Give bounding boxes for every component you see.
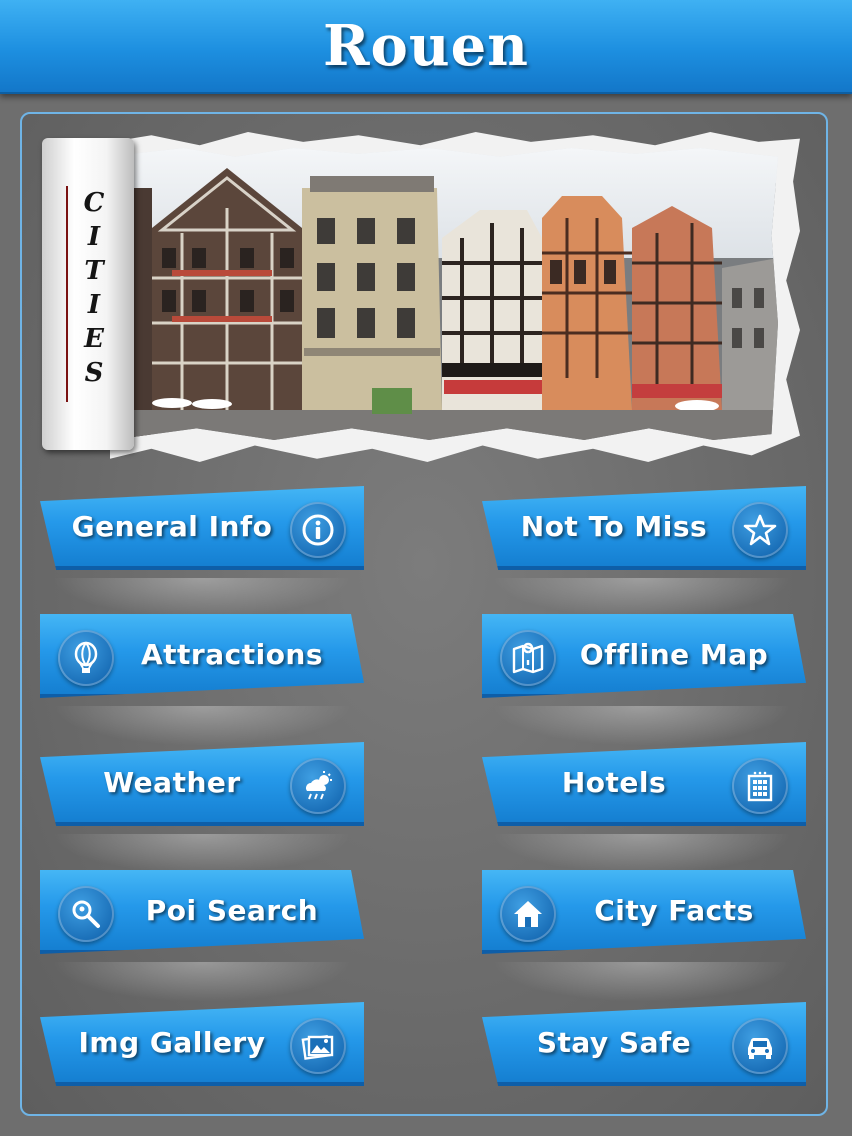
hotels-label: Hotels xyxy=(561,765,667,799)
page-title: Rouen xyxy=(323,13,529,79)
city-facts-label: City Facts xyxy=(594,893,754,927)
city-banner xyxy=(110,132,800,462)
scroll-rule xyxy=(66,186,68,402)
offline-map-label: Offline Map xyxy=(579,637,769,671)
map-pin-icon xyxy=(500,630,556,686)
app-header: Rouen xyxy=(0,0,852,94)
poi-search-label: Poi Search xyxy=(145,893,319,927)
attractions-label: Attractions xyxy=(140,637,324,671)
img-gallery-label: Img Gallery xyxy=(78,1025,266,1059)
general-info-label: General Info xyxy=(71,509,273,543)
weather-label: Weather xyxy=(103,765,241,799)
poi-search-icon xyxy=(58,886,114,942)
weather-icon xyxy=(290,758,346,814)
not-to-miss-label: Not To Miss xyxy=(520,509,708,543)
home-icon xyxy=(500,886,556,942)
info-icon xyxy=(290,502,346,558)
car-icon xyxy=(732,1018,788,1074)
city-photo xyxy=(132,148,778,440)
hotel-building-icon xyxy=(732,758,788,814)
cities-label-text: CITIES xyxy=(79,188,109,392)
star-icon xyxy=(732,502,788,558)
cities-label: CITIES xyxy=(76,188,109,392)
stay-safe-label: Stay Safe xyxy=(536,1025,692,1059)
hot-air-balloon-icon xyxy=(58,630,114,686)
cities-scroll: CITIES xyxy=(42,138,134,450)
image-gallery-icon xyxy=(290,1018,346,1074)
